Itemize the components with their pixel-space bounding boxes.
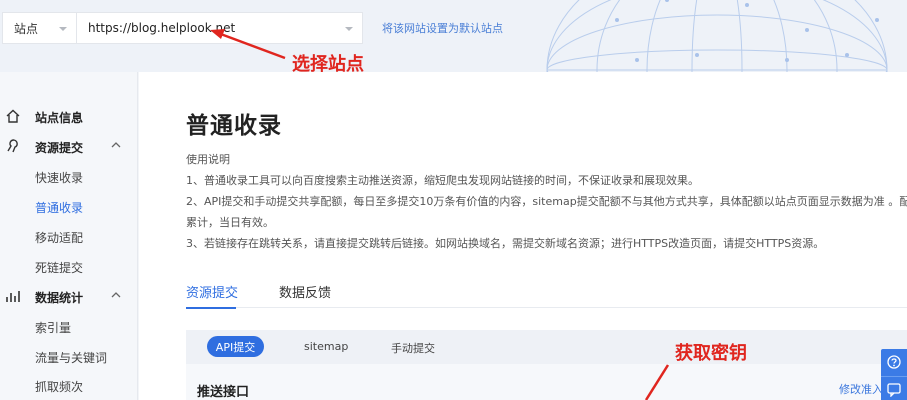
submit-method-tabs: API提交 sitemap 手动提交 bbox=[186, 330, 907, 364]
usage-line-3: 3、若链接存在跳转关系，请直接提交跳转后链接。如网站换域名，需提交新域名资源；进… bbox=[186, 237, 825, 250]
tab-data-feedback[interactable]: 数据反馈 bbox=[279, 282, 331, 301]
sidebar-item-dead-link[interactable]: 死链提交 bbox=[35, 259, 83, 276]
subtab-sitemap[interactable]: sitemap bbox=[304, 340, 348, 353]
sidebar-group-resource-submit[interactable]: 资源提交 bbox=[0, 131, 138, 161]
site-url-value: https://blog.helplook.net bbox=[88, 21, 236, 35]
subtab-api-submit[interactable]: API提交 bbox=[207, 336, 264, 357]
usage-line-2-cont: 累计，当日有效。 bbox=[186, 216, 274, 229]
sidebar-group-stats[interactable]: 数据统计 bbox=[0, 281, 138, 311]
submit-panel: API提交 sitemap 手动提交 推送接口 修改准入 bbox=[186, 330, 907, 400]
sidebar-group-site-info[interactable]: 站点信息 bbox=[0, 101, 138, 131]
edit-access-link[interactable]: 修改准入 bbox=[839, 381, 883, 397]
page-title: 普通收录 bbox=[186, 113, 282, 139]
stats-icon bbox=[6, 291, 20, 302]
site-select-label: 站点 bbox=[14, 21, 39, 36]
chevron-down-icon bbox=[345, 27, 353, 31]
floating-help-widget[interactable] bbox=[881, 349, 907, 400]
site-url-select[interactable]: https://blog.helplook.net bbox=[76, 12, 363, 44]
set-default-site-link[interactable]: 将该网站设置为默认站点 bbox=[382, 20, 503, 36]
sidebar-group-label: 站点信息 bbox=[35, 111, 84, 125]
sidebar-item-crawl-frequency[interactable]: 抓取频次 bbox=[35, 378, 83, 395]
push-api-title: 推送接口 bbox=[197, 385, 250, 400]
sidebar-group-label: 数据统计 bbox=[35, 291, 84, 305]
subtab-manual-submit[interactable]: 手动提交 bbox=[391, 340, 435, 356]
home-icon bbox=[6, 109, 20, 123]
top-banner: 站点 https://blog.helplook.net 将该网站设置为默认站点 bbox=[0, 0, 907, 72]
chevron-up-icon bbox=[111, 142, 121, 148]
usage-heading: 使用说明 bbox=[186, 153, 230, 166]
chevron-up-icon bbox=[111, 292, 121, 298]
site-select[interactable]: 站点 bbox=[2, 12, 76, 44]
main-tabs: 资源提交 数据反馈 bbox=[186, 278, 907, 309]
chevron-down-icon bbox=[59, 27, 67, 31]
submit-icon bbox=[7, 139, 18, 153]
sidebar: 站点信息 资源提交 快速收录 普通收录 移动适配 死链提交 数据统计 索引量 流… bbox=[0, 72, 138, 400]
tab-resource-submit[interactable]: 资源提交 bbox=[186, 282, 238, 301]
widget-divider bbox=[881, 376, 907, 377]
sidebar-item-traffic-keywords[interactable]: 流量与关键词 bbox=[35, 349, 107, 366]
annotation-get-key: 获取密钥 bbox=[675, 343, 747, 364]
sidebar-item-mobile-adapt[interactable]: 移动适配 bbox=[35, 229, 83, 246]
globe-decoration-icon bbox=[546, 0, 888, 72]
sidebar-item-index-volume[interactable]: 索引量 bbox=[35, 319, 71, 336]
active-tab-indicator bbox=[186, 307, 236, 309]
help-icon bbox=[887, 355, 901, 369]
sidebar-group-label: 资源提交 bbox=[35, 141, 84, 155]
usage-line-2: 2、API提交和手动提交共享配额，每日至多提交10万条有价值的内容，sitema… bbox=[186, 195, 907, 208]
annotation-select-site: 选择站点 bbox=[292, 54, 364, 75]
feedback-icon bbox=[887, 383, 901, 397]
sidebar-item-normal-index[interactable]: 普通收录 bbox=[35, 199, 83, 216]
sidebar-item-quick-index[interactable]: 快速收录 bbox=[35, 169, 83, 186]
usage-line-1: 1、普通收录工具可以向百度搜索主动推送资源，缩短爬虫发现网站链接的时间，不保证收… bbox=[186, 174, 699, 187]
main-content: 普通收录 使用说明 1、普通收录工具可以向百度搜索主动推送资源，缩短爬虫发现网站… bbox=[139, 72, 907, 400]
